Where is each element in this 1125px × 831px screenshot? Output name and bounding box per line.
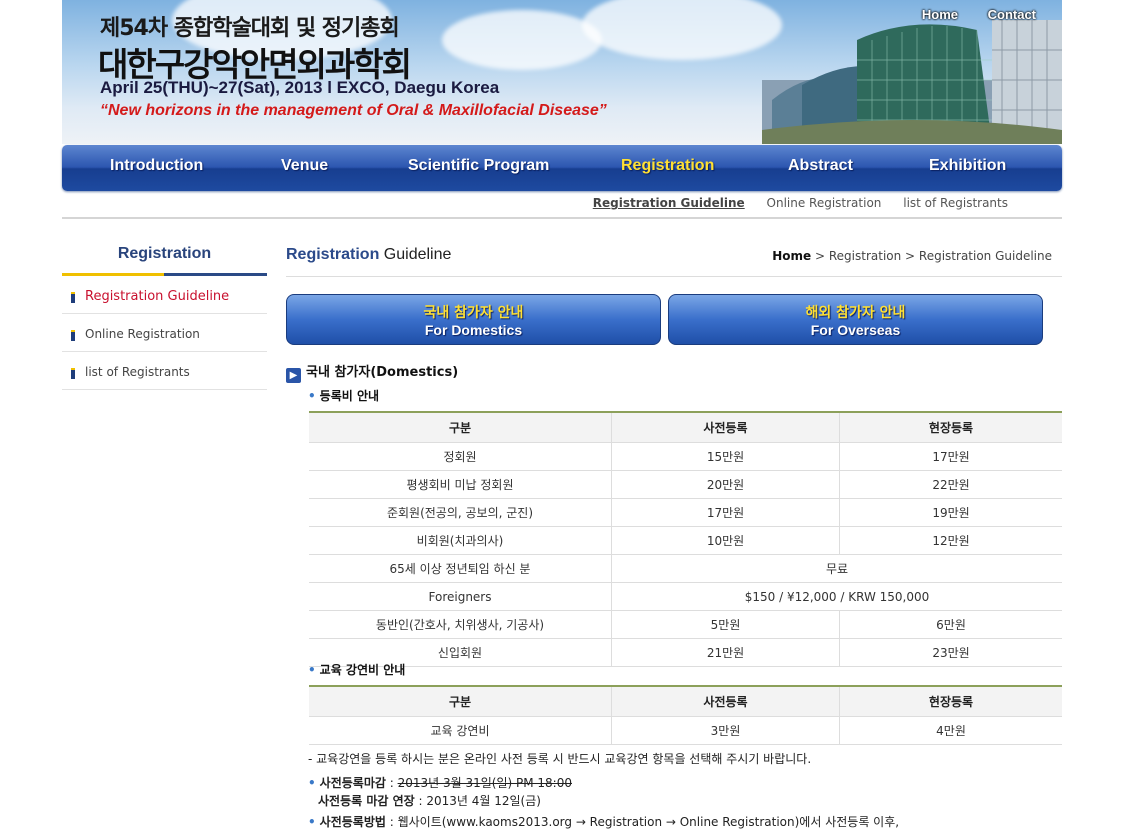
breadcrumb-current: Registration Guideline	[918, 249, 1052, 263]
sidebar-item-list-of-registrants[interactable]: list of Registrants	[62, 352, 267, 390]
column-header: 구분	[309, 411, 612, 443]
home-link[interactable]: Home	[922, 7, 958, 22]
exco-building-illustration	[762, 20, 1062, 144]
header-divider	[62, 217, 1062, 219]
breadcrumb: Home > Registration > Registration Guide…	[772, 249, 1052, 263]
for-domestics-button[interactable]: 국내 참가자 안내 For Domestics	[286, 294, 661, 345]
subnav-online-registration[interactable]: Online Registration	[767, 196, 882, 210]
table-row: 비회원(치과의사) 10만원 12만원	[309, 526, 1062, 555]
table-row: 65세 이상 정년퇴임 하신 분 무료	[309, 554, 1062, 583]
main-nav: Introduction Venue Scientific Program Re…	[62, 145, 1062, 191]
table-row: 평생회비 미납 정회원 20만원 22만원	[309, 470, 1062, 499]
nav-exhibition[interactable]: Exhibition	[929, 157, 1006, 175]
education-fee-table: 구분 사전등록 현장등록 교육 강연비 3만원 4만원	[309, 685, 1062, 745]
bullet-icon	[71, 292, 75, 303]
nav-introduction[interactable]: Introduction	[110, 157, 203, 175]
sidebar-title: Registration	[117, 245, 212, 262]
content-divider	[286, 276, 1062, 277]
edu-fee-subheading: • 교육 강연비 안내	[308, 663, 406, 677]
contact-link[interactable]: Contact	[988, 7, 1036, 22]
registration-method-line: • 사전등록방법 : 웹사이트(www.kaoms2013.org → Regis…	[308, 815, 900, 829]
registration-fee-table: 구분 사전등록 현장등록 정회원 15만원 17만원 평생회비 미납 정회원 20만원…	[309, 411, 1062, 667]
fee-subheading: • 등록비 안내	[308, 389, 380, 403]
arrow-right-icon: ▶	[286, 368, 301, 383]
bullet-icon	[71, 330, 75, 341]
table-row: 신입회원 21만원 23만원	[309, 638, 1062, 667]
header-banner: 제54차 종합학술대회 및 정기총회 대한구강악안면외과학회 April 25(…	[62, 0, 1062, 144]
deadline-extension-line: 사전등록 마감 연장 : 2013년 4월 12일(금)	[318, 794, 541, 808]
table-row: Foreigners $150 / ¥12,000 / KRW 150,000	[309, 582, 1062, 611]
sidebar-item-label: Registration Guideline	[85, 289, 230, 304]
banner-date-venue: April 25(THU)~27(Sat), 2013 l EXCO, Daeg…	[100, 78, 500, 97]
banner-slogan: “New horizons in the management of Oral …	[100, 102, 607, 119]
for-overseas-button[interactable]: 해외 참가자 안내 For Overseas	[668, 294, 1043, 345]
section-heading-domestics: ▶ 국내 참가자(Domestics)	[286, 361, 458, 383]
nav-registration[interactable]: Registration	[621, 157, 714, 175]
subnav-registration-guideline[interactable]: Registration Guideline	[593, 196, 745, 210]
nav-abstract[interactable]: Abstract	[788, 157, 853, 175]
deadline-old-date: 2013년 3월 31일(일) PM 18:00	[397, 776, 572, 790]
deadline-line: • 사전등록마감 : 2013년 3월 31일(일) PM 18:00	[308, 776, 572, 790]
edu-note: - 교육강연을 등록 하시는 분은 온라인 사전 등록 시 반드시 교육강연 항…	[308, 752, 812, 766]
table-row: 정회원 15만원 17만원	[309, 442, 1062, 471]
page-title: Registration Guideline	[286, 246, 452, 263]
sidebar-item-label: Online Registration	[85, 327, 200, 341]
breadcrumb-home[interactable]: Home	[772, 249, 811, 263]
column-header: 현장등록	[839, 685, 1062, 717]
nav-venue[interactable]: Venue	[281, 157, 328, 175]
column-header: 사전등록	[611, 411, 840, 443]
subnav-list-of-registrants[interactable]: list of Registrants	[903, 196, 1008, 210]
sub-nav: Registration Guideline Online Registrati…	[575, 196, 1008, 210]
bullet-icon	[71, 368, 75, 379]
column-header: 현장등록	[839, 411, 1062, 443]
breadcrumb-registration[interactable]: Registration	[829, 249, 901, 263]
table-row: 교육 강연비 3만원 4만원	[309, 716, 1062, 745]
sidebar-item-registration-guideline[interactable]: Registration Guideline	[62, 276, 267, 314]
column-header: 사전등록	[611, 685, 840, 717]
table-row: 준회원(전공의, 공보의, 군진) 17만원 19만원	[309, 498, 1062, 527]
sidebar-item-online-registration[interactable]: Online Registration	[62, 314, 267, 352]
top-links: Home Contact	[896, 7, 1036, 22]
nav-scientific-program[interactable]: Scientific Program	[408, 157, 549, 175]
table-row: 동반인(간호사, 치위생사, 기공사) 5만원 6만원	[309, 610, 1062, 639]
column-header: 구분	[309, 685, 612, 717]
sidebar-item-label: list of Registrants	[85, 365, 190, 379]
